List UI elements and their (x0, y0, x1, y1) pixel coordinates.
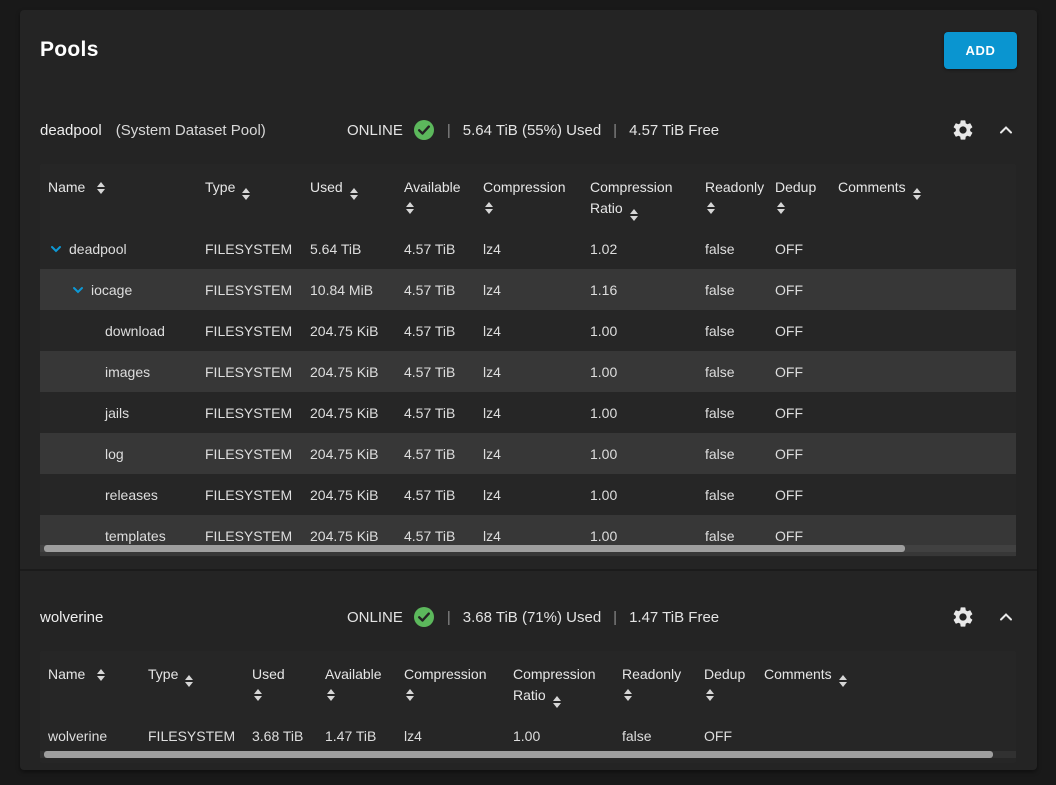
column-header-used[interactable]: Used (252, 664, 325, 701)
table-row: download FILESYSTEM 204.75 KiB 4.57 TiB … (40, 310, 1016, 351)
sort-icon (406, 202, 477, 214)
column-header-readonly[interactable]: Readonly (705, 177, 775, 214)
pool-section-deadpool: deadpool (System Dataset Pool) ONLINE | … (40, 104, 1017, 557)
column-header-compression-ratio[interactable]: Compression Ratio (590, 177, 705, 221)
pool-status-label: ONLINE (347, 609, 403, 626)
separator: | (611, 122, 619, 139)
column-header-available[interactable]: Available (404, 177, 483, 214)
pool-collapse-button[interactable] (995, 606, 1017, 628)
pool-settings-button[interactable] (949, 603, 977, 631)
column-header-name[interactable]: Name (40, 664, 148, 685)
column-header-used[interactable]: Used (310, 177, 404, 200)
table-row: images FILESYSTEM 204.75 KiB 4.57 TiB lz… (40, 351, 1016, 392)
sort-icon (242, 188, 250, 200)
column-header-compression[interactable]: Compression (483, 177, 590, 214)
column-header-compression-ratio[interactable]: Compression Ratio (513, 664, 622, 708)
table-row: releases FILESYSTEM 204.75 KiB 4.57 TiB … (40, 474, 1016, 515)
column-header-comments[interactable]: Comments (764, 664, 1016, 687)
sort-icon (630, 209, 638, 221)
row-actions-button[interactable] (994, 713, 1010, 721)
chevron-up-icon (997, 608, 1015, 626)
separator: | (445, 122, 453, 139)
add-pool-button[interactable]: ADD (944, 32, 1017, 69)
sort-icon (624, 689, 698, 701)
sort-icon (706, 689, 758, 701)
check-circle-icon (413, 119, 435, 141)
chevron-up-icon (997, 121, 1015, 139)
column-header-compression[interactable]: Compression (404, 664, 513, 701)
sort-icon (485, 202, 584, 214)
column-header-dedup[interactable]: Dedup (704, 664, 764, 701)
pool-status: ONLINE | 3.68 TiB (71%) Used | 1.47 TiB … (347, 606, 719, 628)
check-circle-icon (413, 606, 435, 628)
pool-header-deadpool: deadpool (System Dataset Pool) ONLINE | … (40, 104, 1017, 156)
pool-name: wolverine (40, 609, 103, 626)
column-header-type[interactable]: Type (148, 664, 252, 687)
datasets-table-wolverine: Name Type Used Available Compression Com… (40, 651, 1016, 763)
expand-chevron-icon[interactable] (70, 282, 86, 298)
sort-icon (777, 202, 832, 214)
column-header-available[interactable]: Available (325, 664, 404, 701)
sort-icon (707, 202, 769, 214)
pool-status: ONLINE | 5.64 TiB (55%) Used | 4.57 TiB … (347, 119, 719, 141)
pool-section-wolverine: wolverine ONLINE | 3.68 TiB (71%) Used |… (40, 593, 1017, 763)
column-header-dedup[interactable]: Dedup (775, 177, 838, 214)
section-divider (20, 569, 1037, 571)
pool-header-wolverine: wolverine ONLINE | 3.68 TiB (71%) Used |… (40, 593, 1017, 641)
pool-used: 3.68 TiB (71%) Used (463, 609, 601, 626)
pool-used: 5.64 TiB (55%) Used (463, 122, 601, 139)
pools-card: Pools ADD deadpool (System Dataset Pool)… (20, 10, 1037, 770)
sort-icon (327, 689, 398, 701)
sort-icon (97, 669, 105, 681)
sort-icon (839, 675, 847, 687)
sort-icon (254, 689, 319, 701)
column-header-readonly[interactable]: Readonly (622, 664, 704, 701)
pool-status-label: ONLINE (347, 122, 403, 139)
scrollbar-thumb[interactable] (44, 545, 905, 552)
table-row: iocage FILESYSTEM 10.84 MiB 4.57 TiB lz4… (40, 269, 1016, 310)
table-header-row: Name Type Used Available Compression Com… (40, 164, 1016, 228)
horizontal-scrollbar (40, 751, 1016, 758)
expand-chevron-icon[interactable] (48, 241, 64, 257)
gear-icon (951, 118, 975, 142)
title-row: Pools ADD (40, 10, 1017, 82)
sort-icon (913, 188, 921, 200)
separator: | (611, 609, 619, 626)
table-row: log FILESYSTEM 204.75 KiB 4.57 TiB lz4 1… (40, 433, 1016, 474)
pool-free: 4.57 TiB Free (629, 122, 719, 139)
table-row: jails FILESYSTEM 204.75 KiB 4.57 TiB lz4… (40, 392, 1016, 433)
column-header-name[interactable]: Name (40, 177, 205, 198)
column-header-type[interactable]: Type (205, 177, 310, 200)
pool-subtitle: (System Dataset Pool) (116, 122, 266, 139)
pool-name: deadpool (40, 122, 102, 139)
page-title: Pools (40, 38, 99, 62)
column-header-comments[interactable]: Comments (838, 177, 1016, 200)
sort-icon (406, 689, 507, 701)
table-row: deadpool FILESYSTEM 5.64 TiB 4.57 TiB lz… (40, 228, 1016, 269)
sort-icon (185, 675, 193, 687)
scrollbar-thumb[interactable] (44, 751, 993, 758)
table-row: wolverine FILESYSTEM 3.68 TiB 1.47 TiB l… (40, 715, 1016, 756)
sort-icon (553, 696, 561, 708)
separator: | (445, 609, 453, 626)
pool-settings-button[interactable] (949, 116, 977, 144)
gear-icon (951, 605, 975, 629)
sort-icon (350, 188, 358, 200)
horizontal-scrollbar (40, 545, 1016, 552)
sort-icon (97, 182, 105, 194)
pool-free: 1.47 TiB Free (629, 609, 719, 626)
table-header-row: Name Type Used Available Compression Com… (40, 651, 1016, 715)
pool-collapse-button[interactable] (995, 119, 1017, 141)
datasets-table-deadpool: Name Type Used Available Compression Com… (40, 164, 1016, 557)
